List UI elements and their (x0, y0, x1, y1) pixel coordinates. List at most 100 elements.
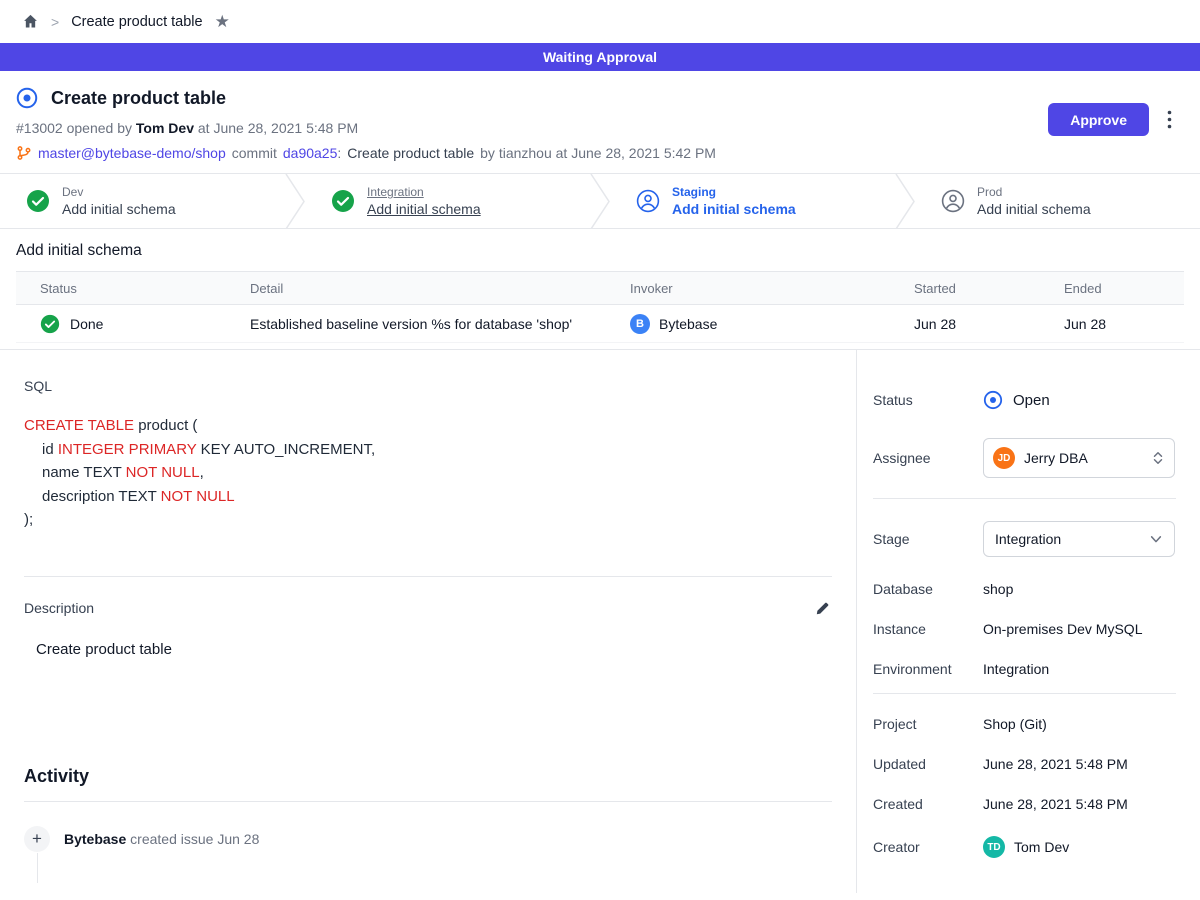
stage-task-label: Add initial schema (62, 201, 176, 217)
branch-link[interactable]: master@bytebase-demo/shop (38, 145, 226, 161)
col-status: Status (16, 281, 250, 296)
environment-value: Integration (983, 661, 1049, 677)
updated-label: Updated (873, 756, 983, 772)
edit-pencil-icon[interactable] (813, 599, 832, 618)
stage-env-label: Dev (62, 185, 176, 199)
stage-env-label: Prod (977, 185, 1091, 199)
database-label: Database (873, 581, 983, 597)
breadcrumb: > Create product table ★ (0, 0, 1200, 43)
stage-staging[interactable]: Staging Add initial schema (610, 174, 895, 228)
task-status-text: Done (70, 316, 103, 332)
approval-banner: Waiting Approval (0, 43, 1200, 71)
favorite-star-icon[interactable]: ★ (215, 13, 230, 30)
up-down-chevron-icon (1151, 451, 1165, 465)
created-value: June 28, 2021 5:48 PM (983, 796, 1128, 812)
activity-title: Activity (24, 766, 832, 787)
issue-title: Create product table (51, 88, 226, 109)
issue-header: Create product table #13002 opened by To… (0, 71, 1200, 174)
stage-task-label: Add initial schema (672, 201, 796, 217)
stage-separator (590, 174, 610, 228)
description-label: Description (24, 600, 94, 616)
commit-author-time: by tianzhou at June 28, 2021 5:42 PM (480, 145, 716, 161)
project-value: Shop (Git) (983, 716, 1047, 732)
creator-label: Creator (873, 839, 983, 855)
updated-value: June 28, 2021 5:48 PM (983, 756, 1128, 772)
sql-label: SQL (24, 378, 832, 394)
environment-label: Environment (873, 661, 983, 677)
breadcrumb-page-title[interactable]: Create product table (71, 14, 202, 30)
col-started: Started (914, 281, 1064, 296)
section-divider (24, 801, 832, 802)
git-branch-icon (16, 145, 32, 161)
sidebar-divider (873, 498, 1176, 499)
check-circle-icon (40, 314, 60, 334)
assignee-select[interactable]: JD Jerry DBA (983, 438, 1175, 478)
commit-message: Create product table (347, 145, 474, 161)
pipeline-stages: Dev Add initial schema Integration Add i… (0, 174, 1200, 229)
instance-label: Instance (873, 621, 983, 637)
stage-select[interactable]: Integration (983, 521, 1175, 557)
user-circle-icon (941, 189, 965, 213)
chevron-right-icon: > (51, 14, 59, 30)
task-table: Status Detail Invoker Started Ended Done… (16, 271, 1184, 343)
approve-button[interactable]: Approve (1048, 103, 1149, 136)
issue-opener: Tom Dev (136, 120, 194, 136)
home-icon[interactable] (22, 13, 39, 30)
task-table-header: Status Detail Invoker Started Ended (16, 271, 1184, 305)
database-value: shop (983, 581, 1013, 597)
task-table-row[interactable]: Done Established baseline version %s for… (16, 305, 1184, 343)
stage-separator (285, 174, 305, 228)
col-detail: Detail (250, 281, 630, 296)
issue-open-time: at June 28, 2021 5:48 PM (198, 120, 358, 136)
sql-statement: CREATE TABLE product ( id INTEGER PRIMAR… (24, 414, 832, 532)
status-label: Status (873, 392, 983, 408)
plus-icon[interactable]: + (24, 826, 50, 852)
project-label: Project (873, 716, 983, 732)
task-section-title: Add initial schema (16, 242, 1184, 260)
col-ended: Ended (1064, 281, 1184, 296)
stage-integration[interactable]: Integration Add initial schema (305, 174, 590, 228)
status-value: Open (1013, 392, 1050, 409)
creator-name: Tom Dev (1014, 839, 1069, 855)
col-invoker: Invoker (630, 281, 914, 296)
issue-detail-panel: SQL CREATE TABLE product ( id INTEGER PR… (0, 350, 856, 893)
commit-hash-link[interactable]: da90a25 (283, 145, 338, 161)
check-circle-icon (26, 189, 50, 213)
stage-dev[interactable]: Dev Add initial schema (0, 174, 285, 228)
issue-open-status-icon (16, 87, 38, 109)
stage-value: Integration (995, 531, 1061, 547)
open-status-icon (983, 390, 1003, 410)
stage-task-label: Add initial schema (977, 201, 1091, 217)
stage-task-label: Add initial schema (367, 201, 481, 217)
invoker-name: Bytebase (659, 316, 717, 332)
instance-value: On-premises Dev MySQL (983, 621, 1142, 637)
creator-avatar: TD (983, 836, 1005, 858)
user-circle-icon (636, 189, 660, 213)
sidebar-divider (873, 693, 1176, 694)
stage-separator (895, 174, 915, 228)
activity-date: Jun 28 (217, 831, 259, 847)
commit-word: commit (232, 145, 277, 161)
activity-user: Bytebase (64, 831, 126, 847)
kebab-menu-icon[interactable] (1163, 106, 1176, 133)
task-detail-text: Established baseline version %s for data… (250, 316, 630, 332)
stage-env-label: Integration (367, 185, 481, 199)
invoker-avatar: B (630, 314, 650, 334)
activity-action: created issue (130, 831, 213, 847)
chevron-down-icon (1149, 532, 1163, 546)
commit-separator: : (337, 145, 341, 161)
created-label: Created (873, 796, 983, 812)
activity-item: + Bytebase created issue Jun 28 (24, 826, 832, 852)
bytebase-issue-page: > Create product table ★ Waiting Approva… (0, 0, 1200, 900)
issue-meta: #13002 opened by Tom Dev at June 28, 202… (16, 120, 716, 136)
section-divider (24, 576, 832, 577)
description-text: Create product table (24, 641, 832, 658)
assignee-name: Jerry DBA (1024, 450, 1088, 466)
check-circle-icon (331, 189, 355, 213)
task-started: Jun 28 (914, 316, 1064, 332)
stage-label: Stage (873, 531, 983, 547)
issue-sidebar: Status Open Assignee JD Jerry DBA (856, 350, 1200, 893)
stage-prod[interactable]: Prod Add initial schema (915, 174, 1200, 228)
task-section: Add initial schema Status Detail Invoker… (0, 229, 1200, 350)
assignee-avatar: JD (993, 447, 1015, 469)
